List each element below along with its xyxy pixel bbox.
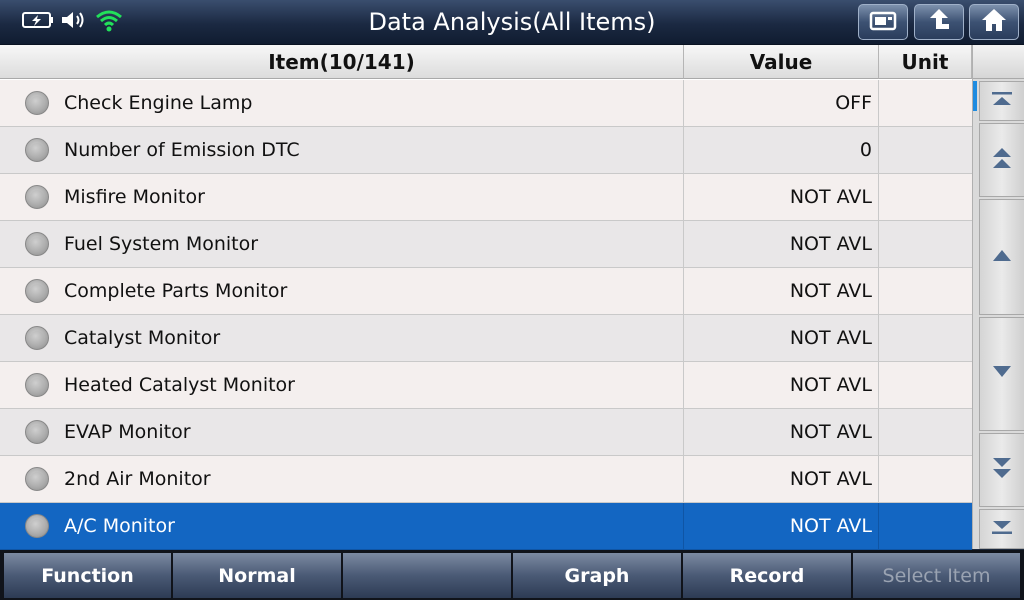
- sidebar-header: [973, 45, 1024, 79]
- line-down-button[interactable]: [979, 317, 1024, 431]
- item-name: Complete Parts Monitor: [64, 280, 288, 302]
- item-name: 2nd Air Monitor: [64, 468, 211, 490]
- item-value: OFF: [684, 80, 879, 126]
- scroll-bottom-icon: [990, 519, 1014, 539]
- column-header-unit[interactable]: Unit: [879, 45, 972, 79]
- scroll-top-button[interactable]: [979, 81, 1024, 121]
- radio-icon[interactable]: [25, 373, 49, 397]
- line-down-icon: [990, 364, 1014, 384]
- item-name: Fuel System Monitor: [64, 233, 259, 255]
- item-name: A/C Monitor: [64, 515, 175, 537]
- item-value: 0: [684, 127, 879, 173]
- item-unit: [879, 503, 972, 549]
- record-button[interactable]: Record: [682, 552, 852, 599]
- column-header-value[interactable]: Value: [684, 45, 879, 79]
- home-button[interactable]: [969, 4, 1019, 40]
- item-value: NOT AVL: [684, 362, 879, 408]
- item-name: Heated Catalyst Monitor: [64, 374, 295, 396]
- radio-icon[interactable]: [25, 91, 49, 115]
- item-value: NOT AVL: [684, 315, 879, 361]
- line-up-button[interactable]: [979, 199, 1024, 315]
- radio-icon[interactable]: [25, 279, 49, 303]
- scroll-bottom-button[interactable]: [979, 509, 1024, 549]
- item-value: NOT AVL: [684, 456, 879, 502]
- scroll-top-icon: [990, 91, 1014, 111]
- radio-icon[interactable]: [25, 467, 49, 491]
- item-name: EVAP Monitor: [64, 421, 191, 443]
- table-row[interactable]: Catalyst Monitor NOT AVL: [0, 315, 972, 362]
- item-unit: [879, 127, 972, 173]
- table-row[interactable]: Heated Catalyst Monitor NOT AVL: [0, 362, 972, 409]
- radio-icon[interactable]: [25, 326, 49, 350]
- print-button[interactable]: [858, 4, 908, 40]
- item-value: NOT AVL: [684, 174, 879, 220]
- item-unit: [879, 409, 972, 455]
- title-bar: Data Analysis(All Items): [0, 0, 1024, 45]
- item-value: NOT AVL: [684, 409, 879, 455]
- item-value: NOT AVL: [684, 221, 879, 267]
- select-item-button[interactable]: Select Item: [852, 552, 1021, 599]
- page-up-button[interactable]: [979, 123, 1024, 197]
- graph-button[interactable]: Graph: [512, 552, 682, 599]
- table-row[interactable]: EVAP Monitor NOT AVL: [0, 409, 972, 456]
- table-row-selected[interactable]: A/C Monitor NOT AVL: [0, 503, 972, 550]
- table-row[interactable]: Check Engine Lamp OFF: [0, 80, 972, 127]
- scroll-position-indicator: [973, 81, 977, 111]
- item-value: NOT AVL: [684, 503, 879, 549]
- item-unit: [879, 221, 972, 267]
- table-row[interactable]: 2nd Air Monitor NOT AVL: [0, 456, 972, 503]
- table-row[interactable]: Complete Parts Monitor NOT AVL: [0, 268, 972, 315]
- empty-button[interactable]: [342, 552, 512, 599]
- item-unit: [879, 268, 972, 314]
- page-up-icon: [990, 145, 1014, 175]
- page-down-icon: [990, 455, 1014, 485]
- item-unit: [879, 456, 972, 502]
- home-icon: [980, 7, 1008, 37]
- radio-icon[interactable]: [25, 514, 49, 538]
- item-name: Check Engine Lamp: [64, 92, 253, 114]
- back-button[interactable]: [914, 4, 964, 40]
- radio-icon[interactable]: [25, 232, 49, 256]
- item-value: NOT AVL: [684, 268, 879, 314]
- column-header-item[interactable]: Item(10/141): [0, 45, 684, 79]
- table-row[interactable]: Fuel System Monitor NOT AVL: [0, 221, 972, 268]
- item-unit: [879, 80, 972, 126]
- page-down-button[interactable]: [979, 433, 1024, 507]
- item-name: Number of Emission DTC: [64, 139, 300, 161]
- radio-icon[interactable]: [25, 185, 49, 209]
- radio-icon[interactable]: [25, 138, 49, 162]
- item-name: Misfire Monitor: [64, 186, 205, 208]
- item-unit: [879, 362, 972, 408]
- bottom-toolbar: Function Normal Graph Record Select Item: [0, 550, 1024, 600]
- item-name: Catalyst Monitor: [64, 327, 221, 349]
- print-icon: [868, 8, 898, 36]
- normal-button[interactable]: Normal: [172, 552, 342, 599]
- table-row[interactable]: Number of Emission DTC 0: [0, 127, 972, 174]
- item-unit: [879, 174, 972, 220]
- table-row[interactable]: Misfire Monitor NOT AVL: [0, 174, 972, 221]
- back-icon: [925, 7, 953, 37]
- item-unit: [879, 315, 972, 361]
- radio-icon[interactable]: [25, 420, 49, 444]
- data-table: Item(10/141) Value Unit Check Engine Lam…: [0, 45, 972, 550]
- line-up-icon: [990, 247, 1014, 267]
- function-button[interactable]: Function: [3, 552, 172, 599]
- scroll-sidebar: [972, 45, 1024, 549]
